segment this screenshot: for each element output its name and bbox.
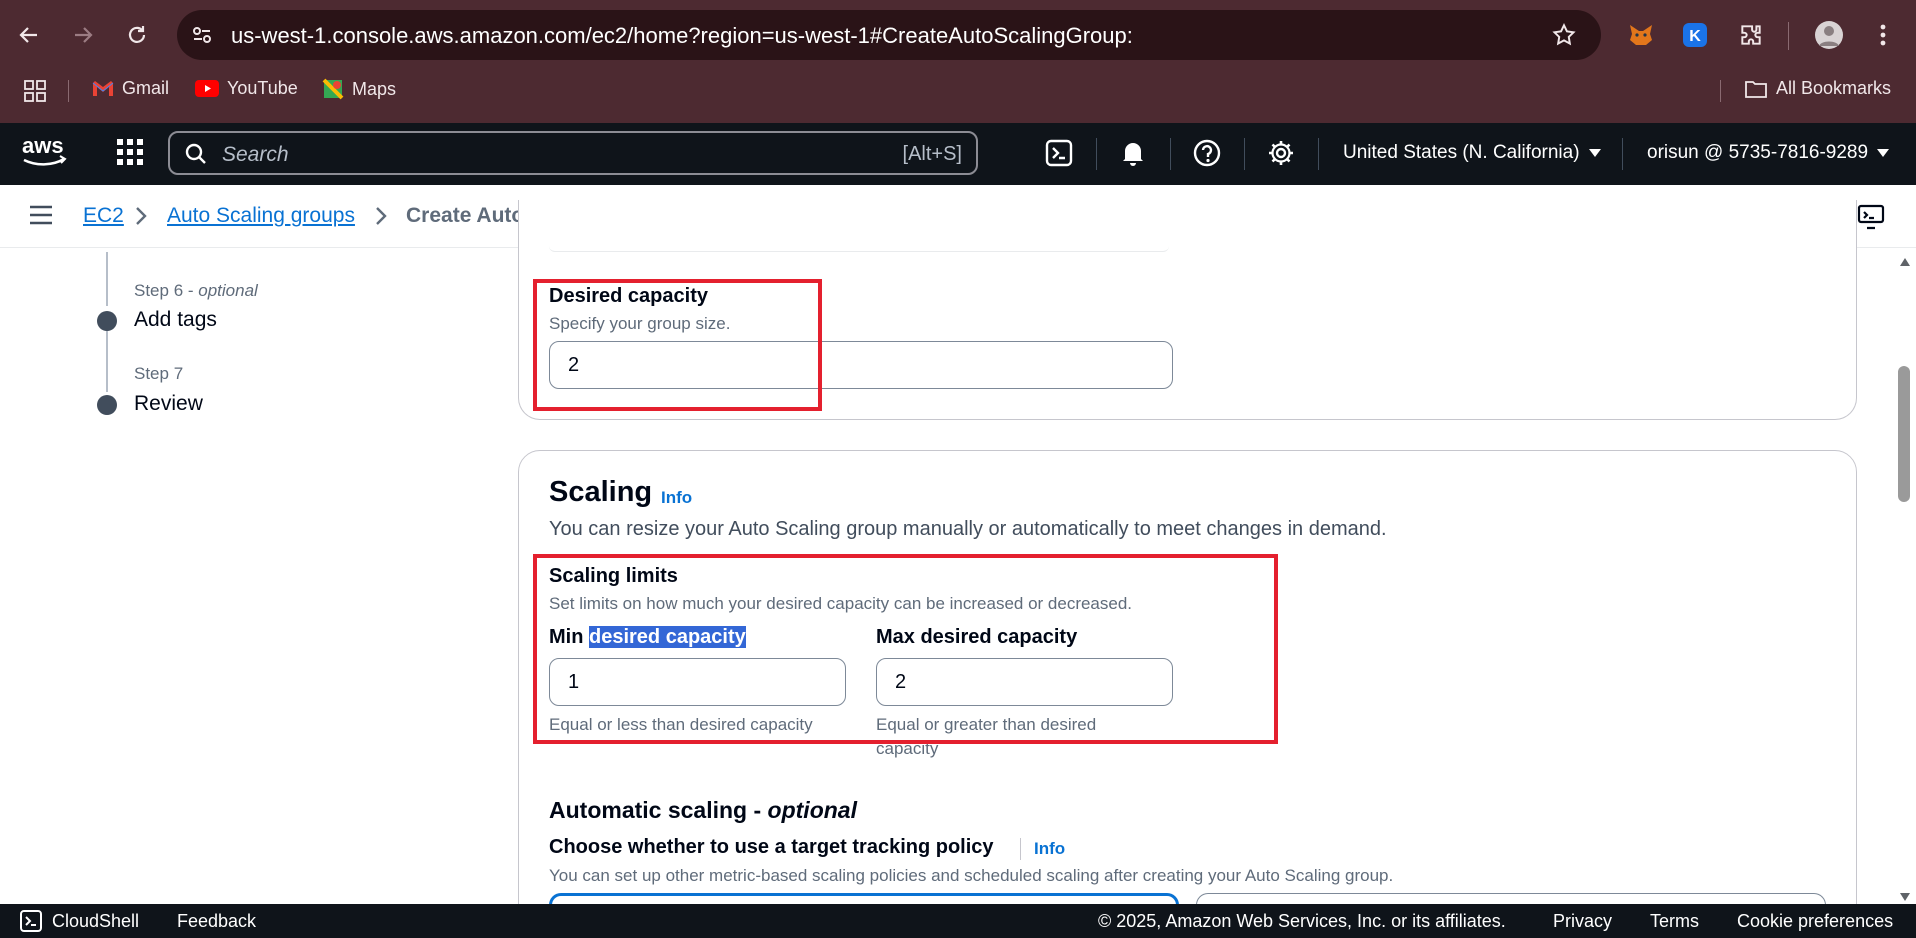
- target-tracking-info-link[interactable]: Info: [1034, 839, 1065, 859]
- browser-menu-icon[interactable]: [1868, 20, 1898, 50]
- header-divider: [1244, 138, 1245, 170]
- reload-icon[interactable]: [120, 18, 154, 52]
- forward-icon[interactable]: [66, 18, 100, 52]
- account-label: orisun @ 5735-7816-9289: [1647, 142, 1869, 163]
- extensions-puzzle-icon[interactable]: [1736, 20, 1766, 50]
- step-review[interactable]: Review: [134, 392, 203, 416]
- header-divider: [1622, 138, 1623, 170]
- scaling-description: You can resize your Auto Scaling group m…: [549, 518, 1387, 540]
- notifications-bell-icon[interactable]: [1118, 138, 1148, 168]
- site-info-icon[interactable]: [189, 22, 215, 48]
- cookie-preferences-link[interactable]: Cookie preferences: [1737, 911, 1893, 932]
- help-icon[interactable]: [1192, 138, 1222, 168]
- target-tracking-description: You can set up other metric-based scalin…: [549, 866, 1394, 885]
- step-7-label: Step 7: [134, 364, 184, 383]
- address-bar[interactable]: us-west-1.console.aws.amazon.com/ec2/hom…: [177, 10, 1601, 60]
- cloudshell-icon: [20, 910, 42, 932]
- bookmark-label: Maps: [352, 78, 397, 99]
- bookmark-divider: [68, 80, 69, 102]
- previous-field-edge: [549, 246, 1169, 252]
- scrollbar-thumb[interactable]: [1898, 366, 1910, 502]
- aws-logo[interactable]: aws: [20, 133, 70, 169]
- maps-icon: [322, 78, 344, 100]
- step-6-label: Step 6 - optional: [134, 281, 258, 300]
- bookmark-label: YouTube: [227, 78, 298, 98]
- profile-avatar[interactable]: [1814, 20, 1844, 50]
- svg-text:aws: aws: [22, 133, 64, 158]
- search-input[interactable]: Search [Alt+S]: [168, 131, 978, 175]
- cloudshell-icon[interactable]: [1044, 138, 1074, 168]
- metamask-extension-icon[interactable]: [1626, 20, 1656, 50]
- apps-grid-icon[interactable]: [24, 80, 46, 107]
- privacy-link[interactable]: Privacy: [1553, 911, 1612, 932]
- bookmark-label: Gmail: [122, 78, 170, 98]
- scaling-info-link[interactable]: Info: [661, 488, 692, 508]
- automatic-scaling-title: Automatic scaling - optional: [549, 797, 857, 823]
- all-bookmarks-label: All Bookmarks: [1776, 78, 1892, 98]
- cloudshell-button[interactable]: CloudShell: [20, 910, 139, 932]
- copyright-text: © 2025, Amazon Web Services, Inc. or its…: [1098, 911, 1506, 931]
- gmail-icon: [92, 81, 114, 96]
- caret-down-icon: [1588, 149, 1601, 157]
- bookmarks-bar: Gmail YouTube Maps All Bookmarks: [0, 72, 1916, 108]
- console-feedback-icon[interactable]: [1857, 204, 1885, 235]
- header-divider: [1318, 138, 1319, 170]
- side-nav-menu-icon[interactable]: [28, 204, 54, 231]
- step-7-dot: [97, 395, 117, 415]
- url-text: us-west-1.console.aws.amazon.com/ec2/hom…: [231, 23, 1133, 48]
- cloudshell-label: CloudShell: [52, 910, 140, 931]
- scroll-up-arrow-icon[interactable]: [1899, 254, 1911, 272]
- annotation-box-desired-capacity: [533, 279, 822, 411]
- search-icon: [184, 142, 208, 171]
- youtube-icon: [195, 80, 219, 97]
- bookmark-maps[interactable]: Maps: [322, 78, 396, 100]
- scaling-title: Scaling: [549, 476, 653, 508]
- terms-link[interactable]: Terms: [1650, 911, 1699, 932]
- step-connector: [106, 252, 108, 306]
- breadcrumb-auto-scaling-groups[interactable]: Auto Scaling groups: [167, 204, 355, 228]
- back-icon[interactable]: [12, 18, 46, 52]
- services-menu-icon[interactable]: [116, 138, 144, 171]
- browser-chrome: us-west-1.console.aws.amazon.com/ec2/hom…: [0, 0, 1916, 123]
- all-bookmarks[interactable]: All Bookmarks: [1744, 78, 1891, 99]
- settings-gear-icon[interactable]: [1266, 138, 1296, 168]
- info-divider: [1020, 838, 1021, 860]
- account-menu[interactable]: orisun @ 5735-7816-9289: [1647, 142, 1890, 164]
- bookmark-youtube[interactable]: YouTube: [195, 78, 298, 99]
- header-divider: [1096, 138, 1097, 170]
- search-shortcut: [Alt+S]: [902, 143, 962, 165]
- bookmark-divider: [1720, 80, 1721, 102]
- folder-icon: [1745, 80, 1767, 98]
- search-placeholder: Search: [222, 143, 289, 166]
- region-label: United States (N. California): [1343, 142, 1580, 163]
- console-footer: [0, 904, 1916, 938]
- chevron-right-icon: [134, 205, 148, 232]
- bookmark-gmail[interactable]: Gmail: [92, 78, 169, 99]
- header-divider: [1170, 138, 1171, 170]
- k-extension-icon[interactable]: K: [1680, 20, 1710, 50]
- region-selector[interactable]: United States (N. California): [1343, 142, 1602, 164]
- feedback-link[interactable]: Feedback: [177, 911, 256, 932]
- breadcrumb-ec2[interactable]: EC2: [83, 204, 124, 228]
- toolbar-divider: [1788, 22, 1789, 50]
- bookmark-star-icon[interactable]: [1551, 22, 1577, 48]
- caret-down-icon: [1877, 149, 1890, 157]
- step-6-dot: [97, 311, 117, 331]
- step-connector: [106, 330, 108, 392]
- annotation-box-scaling-limits: [533, 554, 1278, 744]
- step-add-tags[interactable]: Add tags: [134, 308, 217, 332]
- browser-toolbar: us-west-1.console.aws.amazon.com/ec2/hom…: [0, 0, 1916, 70]
- svg-text:K: K: [1689, 28, 1701, 45]
- target-tracking-question: Choose whether to use a target tracking …: [549, 836, 994, 858]
- page-scrollbar[interactable]: [1894, 248, 1916, 904]
- chevron-right-icon: [374, 205, 388, 232]
